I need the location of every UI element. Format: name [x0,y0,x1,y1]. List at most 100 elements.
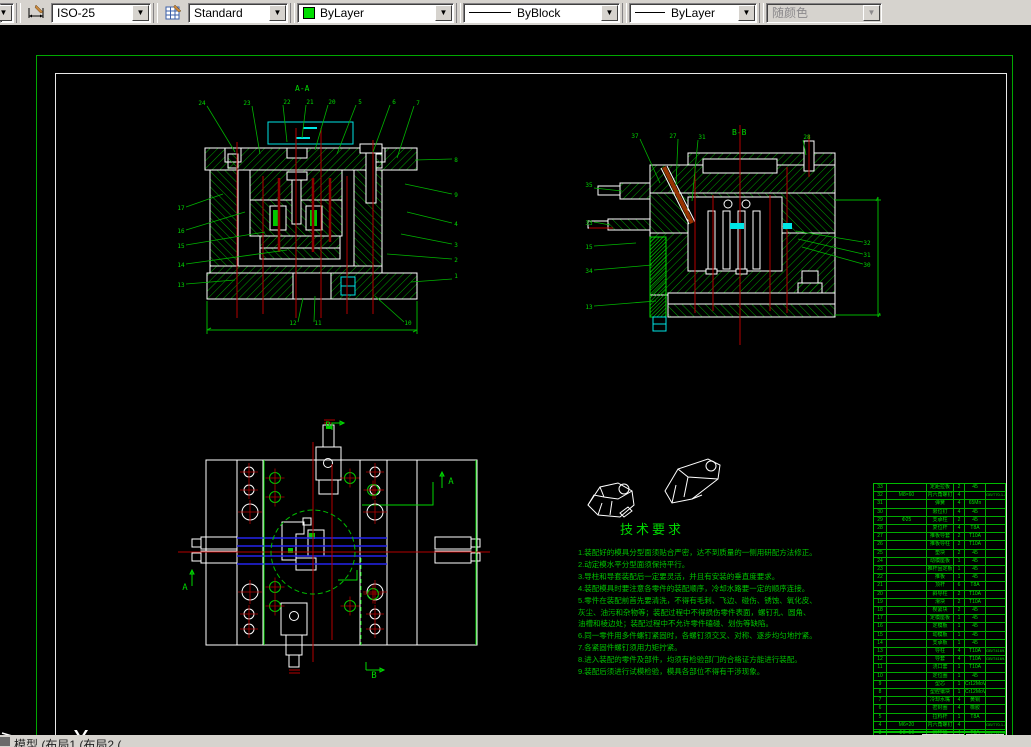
chevron-down-icon[interactable]: ▼ [0,4,12,21]
bom-cell: 13 [874,648,887,656]
color-combo[interactable]: ByLayer ▼ [297,2,454,23]
bom-cell: 4 [954,492,965,500]
bom-cell: 45 [965,607,986,615]
part-callout: 13 [177,282,185,289]
bom-cell: 定模板 [927,623,954,631]
bom-cell: 1 [954,713,965,721]
bom-cell: 4 [954,648,965,656]
bom-cell: 4 [954,697,965,705]
chevron-down-icon[interactable]: ▼ [738,4,755,21]
part-callout: 2 [454,257,458,264]
tech-requirement-line: 9.装配后须进行试模检验，模具各部位不得有干涉现象。 [578,667,765,677]
tech-requirement-line: 1.装配好的模具分型面须贴合严密，达不到质量的一侧用研配方法修正。 [578,548,817,557]
callout-leader [593,300,657,307]
tab-scroll-icon[interactable] [0,737,10,746]
bom-cell: 65Mn [965,500,986,508]
bom-cell: 导套 [927,656,954,664]
bom-cell [986,640,1005,647]
callout-leader [251,105,261,155]
bom-cell: 支承板 [927,639,954,648]
bom-cell [887,541,927,549]
dim-style-value: ISO-25 [57,5,96,20]
bom-cell: 16 [874,623,887,631]
bom-cell [986,681,1005,688]
centerline-cross [265,468,285,488]
bom-cell [887,689,927,697]
tech-requirement-line: 油槽和棱边处；装配过程中不允许零件磕碰、划伤等缺陷。 [578,619,773,629]
bom-cell [887,631,927,639]
part-callout: 3 [454,242,458,249]
bom-cell: 45 [965,516,986,524]
bom-cell [986,541,1005,548]
chevron-down-icon[interactable]: ▼ [132,4,149,21]
bom-cell: 2 [954,598,965,607]
bom-cell [887,598,927,607]
table-style-icon[interactable] [161,0,187,25]
part-callout: 35 [585,182,593,189]
bom-cell: 29 [874,516,887,524]
bom-cell: 45 [965,484,986,492]
bom-cell: 限位钉 [927,508,954,516]
centerline-cross [340,468,360,488]
bom-cell: 动模板 [927,631,954,639]
drawing-canvas[interactable]: A-A 24 23 22 21 20 5 6 7 17 16 15 14 13 … [0,25,1031,747]
bom-cell [887,705,927,713]
part-callout: 23 [243,100,251,107]
centerline-cross [363,480,383,500]
bom-cell [986,705,1005,712]
part-callout: 15 [177,243,185,250]
bom-cell: 推板 [927,574,954,582]
centerline-cross [240,481,258,499]
bom-cell: 31 [874,500,887,508]
dim-style-icon[interactable] [24,0,50,25]
section-view-a: A-A 24 23 22 21 20 5 6 7171615141312 11 … [177,84,458,334]
bom-cell: 45 [965,508,986,516]
centerline-cross [366,463,384,481]
bom-cell: 1 [954,672,965,680]
bom-cell: 2 [954,533,965,541]
bom-cell [986,574,1005,581]
chevron-down-icon[interactable]: ▼ [601,4,618,21]
bom-cell [887,574,927,582]
bom-cell [986,615,1005,622]
part-callout: 27 [669,133,677,140]
bom-row: 8 型腔镶块 1 Cr12MoV [874,689,1005,698]
bom-cell: 33 [874,484,887,492]
linetype-combo[interactable]: ByBlock ▼ [463,2,620,23]
bom-cell: 9 [874,680,887,689]
bom-cell: T10A [965,533,986,541]
bom-cell: 型腔镶块 [927,689,954,697]
clipped-combo[interactable]: ▼ [0,2,14,23]
bom-cell [887,590,927,598]
chevron-down-icon[interactable]: ▼ [435,4,452,21]
bom-cell: 20 [874,590,887,598]
bom-cell [986,566,1005,573]
bom-cell: T10A [965,656,986,664]
bom-cell: 顶杆 [927,582,954,590]
dim-style-combo[interactable]: ISO-25 ▼ [51,2,151,23]
bom-cell [887,525,927,533]
bom-cell [887,697,927,705]
tech-requirement-line: 5.零件在装配前首先要清洗，不得有毛刺、飞边、碰伤、锈蚀、氧化皮、 [578,595,817,605]
part-callout: 10 [404,320,412,327]
bom-cell: 定模座板 [927,615,954,623]
chevron-down-icon[interactable]: ▼ [269,4,286,21]
bom-row: 19 滑块 2 T10A [874,598,1005,608]
part-callout: 9 [454,192,458,199]
bom-cell: 45 [965,631,986,639]
centerline-cross [240,463,258,481]
lineweight-combo[interactable]: ByLayer ▼ [629,2,757,23]
bom-cell: 25 [874,549,887,557]
part-sketch-geometry [587,458,721,518]
part-callout: 15 [585,244,593,251]
callout-leader [400,233,453,245]
bom-row: 17 定模座板 1 45 [874,615,1005,624]
bom-cell: 滑块 [927,598,954,607]
part-callout: 5 [358,99,362,106]
table-style-combo[interactable]: Standard ▼ [188,2,288,23]
layout-tabs[interactable]: 模型 (布局1 (布局2 ( [14,736,121,747]
layout-tabs-strip[interactable]: 模型 (布局1 (布局2 ( [0,735,1031,747]
bom-cell [986,484,1005,491]
part-callout: 16 [177,228,185,235]
bom-cell [986,689,1005,696]
